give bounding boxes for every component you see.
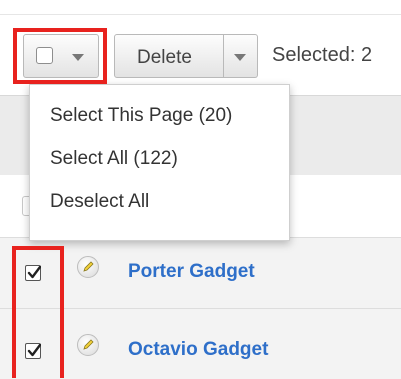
record-link[interactable]: Porter Gadget (128, 261, 255, 283)
chevron-down-icon (234, 54, 246, 61)
delete-dropdown-button[interactable] (224, 34, 258, 78)
highlight-box (12, 246, 64, 378)
record-link[interactable]: Octavio Gadget (128, 339, 268, 361)
delete-button-label: Delete (137, 47, 192, 68)
selected-count: Selected: 2 (272, 44, 373, 66)
menu-item-deselect-all[interactable]: Deselect All (50, 191, 149, 213)
edit-pencil-button[interactable] (77, 256, 99, 278)
menu-item-select-this-page[interactable]: Select This Page (20) (50, 105, 232, 127)
edit-pencil-button[interactable] (77, 334, 99, 356)
delete-button[interactable]: Delete (114, 34, 224, 78)
menu-item-select-all[interactable]: Select All (122) (50, 148, 178, 170)
top-strip (0, 0, 401, 15)
pencil-icon (83, 261, 94, 272)
pencil-icon (83, 339, 94, 350)
highlight-box (13, 28, 107, 84)
mass-select-menu: Select This Page (20) Select All (122) D… (29, 84, 290, 241)
